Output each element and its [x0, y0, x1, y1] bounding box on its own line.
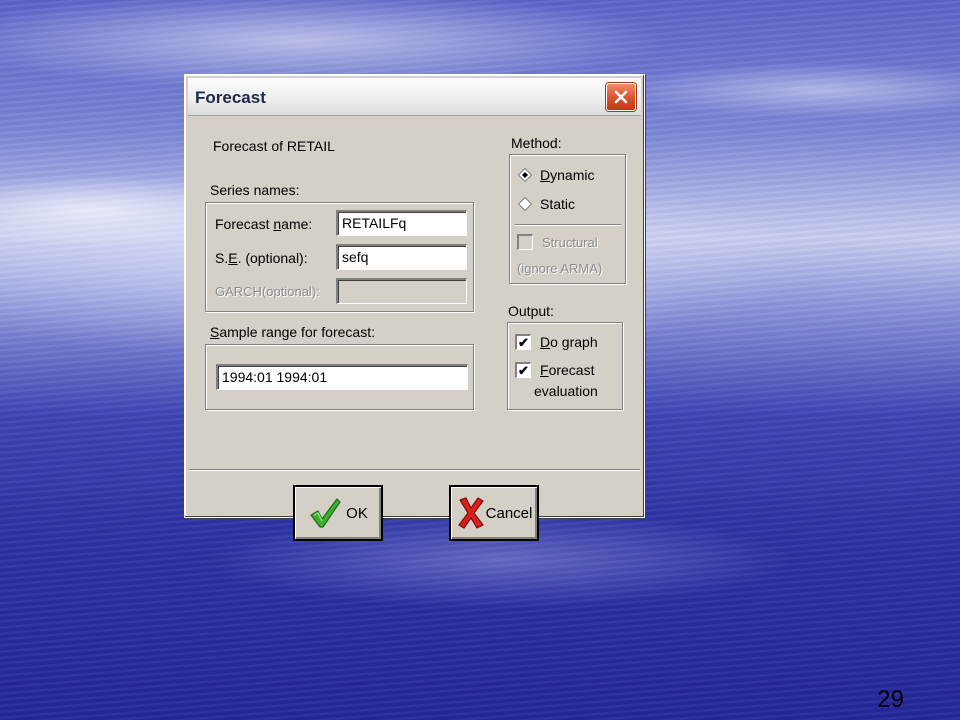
radio-dynamic-label: Dynamic	[540, 167, 595, 183]
garch-input[interactable]	[336, 278, 467, 304]
button-separator	[189, 469, 640, 471]
radio-dynamic[interactable]: Dynamic	[518, 167, 594, 183]
forecast-of-label: Forecast of RETAIL	[213, 138, 335, 154]
title-bar[interactable]: Forecast	[188, 78, 641, 116]
close-button[interactable]	[606, 83, 636, 111]
forecast-dialog: Forecast Forecast of RETAIL Series names…	[184, 74, 645, 541]
structural-checkbox[interactable]: Structural	[517, 234, 598, 250]
output-label: Output:	[508, 303, 554, 319]
ok-button[interactable]: OK	[293, 485, 383, 541]
sample-range-label: Sample range for forecast:	[210, 324, 375, 340]
radio-static-label: Static	[540, 196, 576, 212]
garch-label: GARCH(optional):	[215, 284, 320, 299]
cancel-button[interactable]: Cancel	[449, 485, 539, 541]
do-graph-label: Do graph	[540, 334, 598, 350]
radio-unselected-icon	[518, 197, 532, 211]
series-names-label: Series names:	[210, 182, 300, 198]
checkbox-empty-icon	[517, 234, 533, 250]
cancel-label: Cancel	[485, 504, 533, 522]
slide-number: 29	[877, 686, 904, 713]
forecast-eval-label: Forecast	[540, 362, 595, 378]
forecast-eval-checkbox[interactable]: ✔ Forecast	[515, 362, 594, 378]
check-icon	[308, 496, 342, 530]
structural-label: Structural	[542, 234, 598, 250]
do-graph-checkbox[interactable]: ✔ Do graph	[515, 334, 598, 350]
radio-selected-icon	[518, 168, 532, 182]
se-input[interactable]: sefq	[336, 244, 467, 270]
dialog-client-area: Forecast of RETAIL Series names: Forecas…	[185, 117, 644, 541]
forecast-name-label: Forecast name:	[215, 216, 313, 232]
forecast-name-input[interactable]: RETAILFq	[336, 210, 467, 236]
forecast-eval-label-line2: evaluation	[534, 383, 598, 399]
close-icon	[614, 90, 628, 104]
checkmark-icon: ✔	[515, 334, 531, 350]
cancel-x-icon	[456, 496, 486, 530]
ok-label: OK	[346, 504, 368, 522]
method-divider	[515, 224, 621, 226]
sample-range-input[interactable]: 1994:01 1994:01	[216, 364, 468, 390]
ignore-arma-label: (ignore ARMA)	[517, 261, 603, 276]
checkmark-icon: ✔	[515, 362, 531, 378]
method-label: Method:	[511, 135, 562, 151]
window-title: Forecast	[195, 88, 266, 107]
se-label: S.E. (optional):	[215, 250, 308, 266]
radio-static[interactable]: Static	[518, 196, 575, 212]
